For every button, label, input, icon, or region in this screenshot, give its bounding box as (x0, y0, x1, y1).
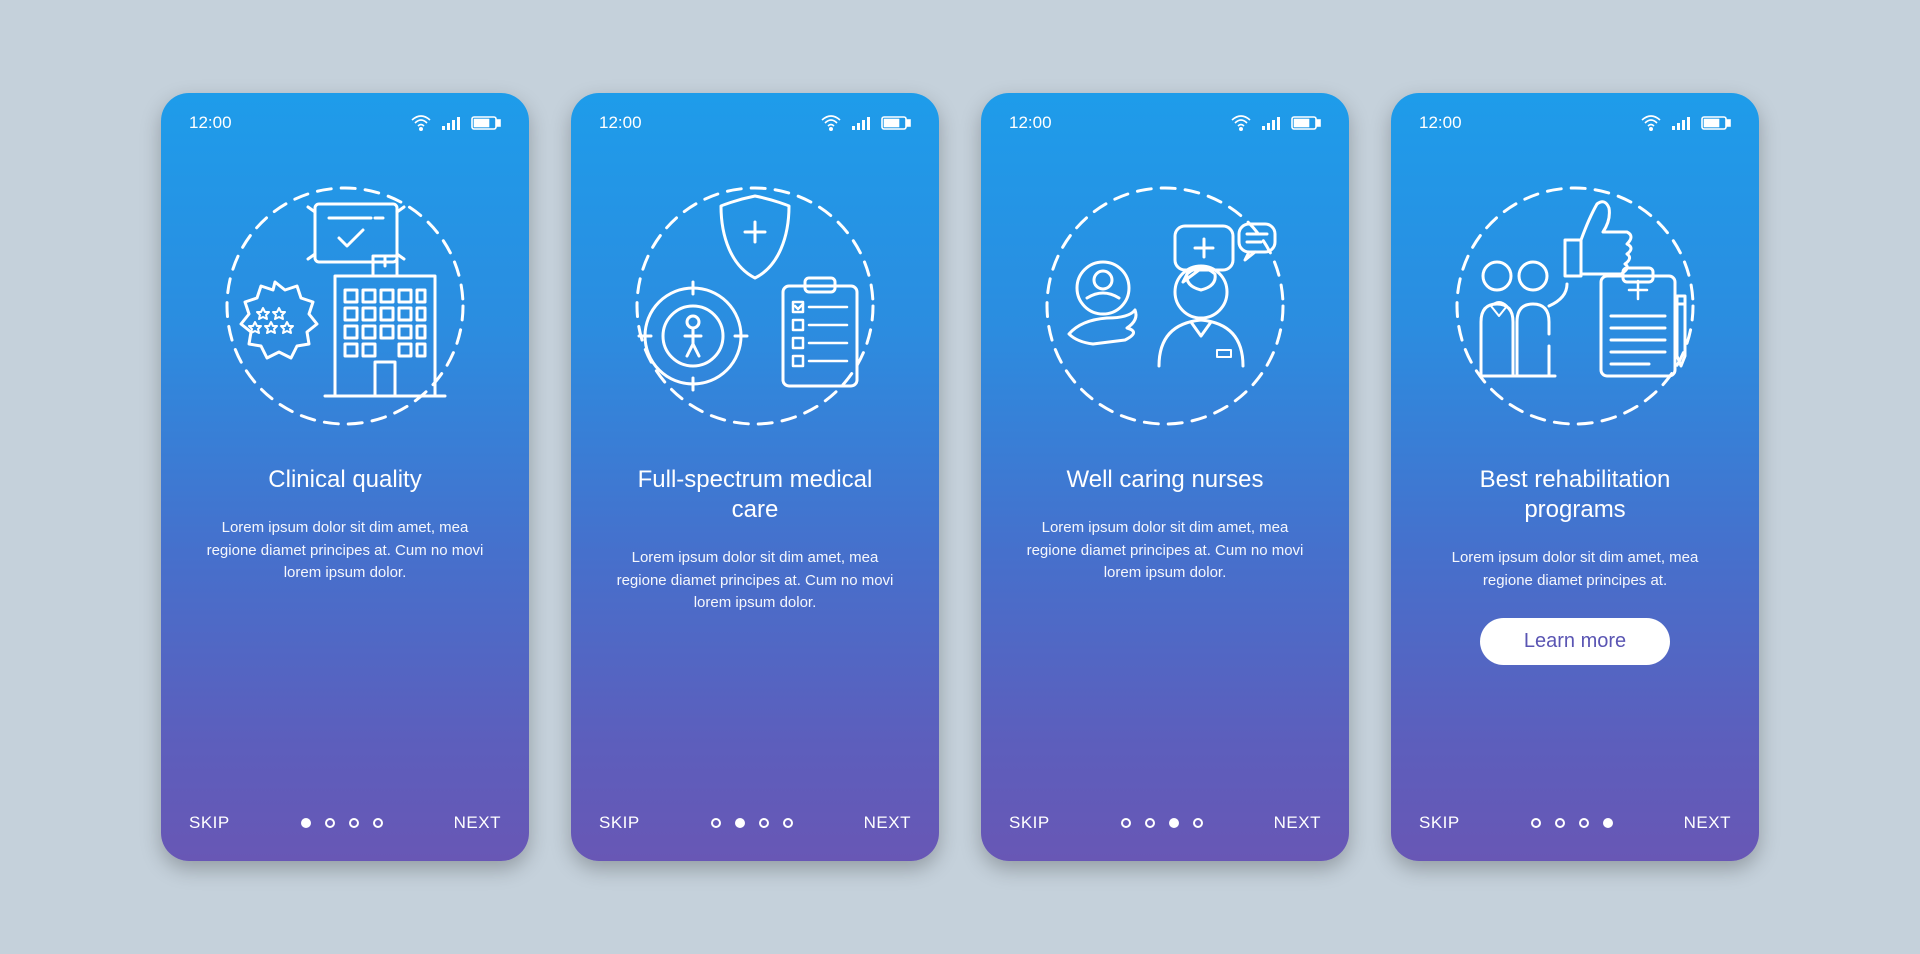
skip-button[interactable]: SKIP (1009, 813, 1050, 833)
battery-icon (881, 115, 911, 131)
status-bar: 12:00 (1009, 113, 1321, 133)
onboarding-footer: SKIP NEXT (1419, 813, 1731, 833)
onboarding-screen-2: 12:00 (571, 93, 939, 861)
dot-1[interactable] (301, 818, 311, 828)
wifi-icon (1231, 115, 1251, 131)
status-icons (411, 115, 501, 131)
skip-button[interactable]: SKIP (1419, 813, 1460, 833)
battery-icon (1291, 115, 1321, 131)
dot-1[interactable] (1121, 818, 1131, 828)
illustration-nurses (1009, 161, 1321, 451)
learn-more-button[interactable]: Learn more (1480, 618, 1670, 665)
dot-4[interactable] (1603, 818, 1613, 828)
onboarding-screens-row: 12:00 (161, 93, 1759, 861)
status-icons (1641, 115, 1731, 131)
onboarding-footer: SKIP NEXT (1009, 813, 1321, 833)
dot-4[interactable] (1193, 818, 1203, 828)
dot-4[interactable] (783, 818, 793, 828)
screen-body: Lorem ipsum dolor sit dim amet, mea regi… (599, 547, 911, 615)
dot-4[interactable] (373, 818, 383, 828)
illustration-rehabilitation (1419, 161, 1731, 451)
wifi-icon (821, 115, 841, 131)
next-button[interactable]: NEXT (1274, 813, 1321, 833)
status-bar: 12:00 (599, 113, 911, 133)
wifi-icon (1641, 115, 1661, 131)
screen-heading: Best rehabilitation programs (1419, 465, 1731, 525)
status-time: 12:00 (1009, 113, 1052, 133)
dot-3[interactable] (1579, 818, 1589, 828)
screen-heading: Well caring nurses (1009, 465, 1321, 495)
onboarding-footer: SKIP NEXT (599, 813, 911, 833)
skip-button[interactable]: SKIP (599, 813, 640, 833)
skip-button[interactable]: SKIP (189, 813, 230, 833)
dot-3[interactable] (1169, 818, 1179, 828)
status-time: 12:00 (189, 113, 232, 133)
dot-3[interactable] (759, 818, 769, 828)
dot-2[interactable] (1145, 818, 1155, 828)
onboarding-screen-1: 12:00 (161, 93, 529, 861)
battery-icon (471, 115, 501, 131)
status-icons (1231, 115, 1321, 131)
next-button[interactable]: NEXT (864, 813, 911, 833)
illustration-clinical-quality (189, 161, 501, 451)
signal-icon (1261, 115, 1281, 131)
page-indicator (1531, 818, 1613, 828)
screen-heading: Clinical quality (189, 465, 501, 495)
status-bar: 12:00 (1419, 113, 1731, 133)
signal-icon (851, 115, 871, 131)
screen-body: Lorem ipsum dolor sit dim amet, mea regi… (1419, 547, 1731, 592)
page-indicator (301, 818, 383, 828)
page-indicator (1121, 818, 1203, 828)
status-icons (821, 115, 911, 131)
status-time: 12:00 (1419, 113, 1462, 133)
dot-3[interactable] (349, 818, 359, 828)
dot-2[interactable] (1555, 818, 1565, 828)
next-button[interactable]: NEXT (1684, 813, 1731, 833)
signal-icon (441, 115, 461, 131)
next-button[interactable]: NEXT (454, 813, 501, 833)
onboarding-footer: SKIP NEXT (189, 813, 501, 833)
illustration-full-spectrum (599, 161, 911, 451)
dot-1[interactable] (1531, 818, 1541, 828)
dot-2[interactable] (325, 818, 335, 828)
dot-1[interactable] (711, 818, 721, 828)
status-bar: 12:00 (189, 113, 501, 133)
signal-icon (1671, 115, 1691, 131)
wifi-icon (411, 115, 431, 131)
screen-heading: Full-spectrum medical care (599, 465, 911, 525)
battery-icon (1701, 115, 1731, 131)
onboarding-screen-4: 12:00 (1391, 93, 1759, 861)
screen-body: Lorem ipsum dolor sit dim amet, mea regi… (1009, 517, 1321, 585)
onboarding-screen-3: 12:00 (981, 93, 1349, 861)
status-time: 12:00 (599, 113, 642, 133)
dot-2[interactable] (735, 818, 745, 828)
page-indicator (711, 818, 793, 828)
screen-body: Lorem ipsum dolor sit dim amet, mea regi… (189, 517, 501, 585)
